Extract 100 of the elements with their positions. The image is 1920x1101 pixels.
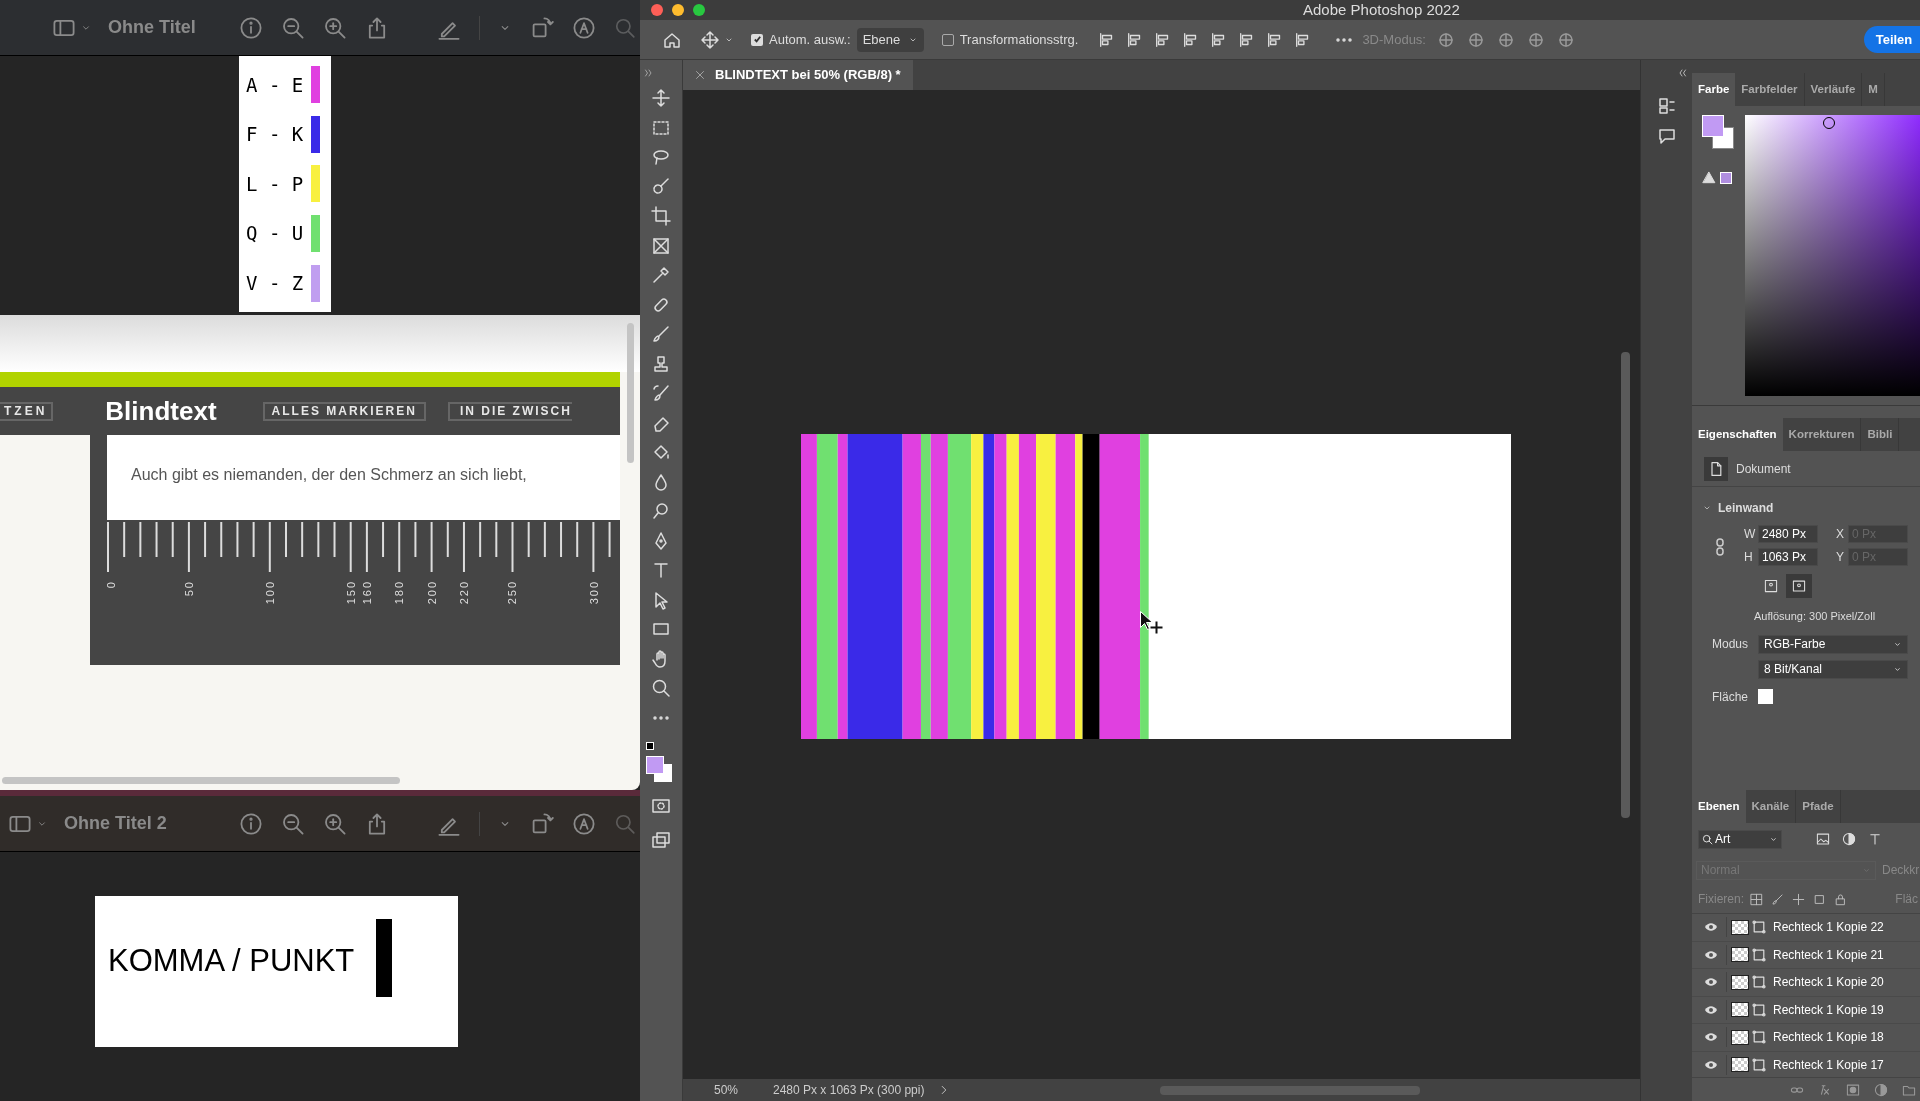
visibility-toggle[interactable] (1704, 921, 1720, 934)
ruler-label: 150 (346, 580, 357, 605)
layer-row[interactable]: Rechteck 1 Kopie 20 (1692, 969, 1920, 997)
panel-tab[interactable]: Korrekturen (1782, 418, 1862, 451)
zoom-out-icon[interactable] (281, 15, 305, 40)
stamp-icon[interactable] (651, 353, 671, 374)
zoom-window-button[interactable] (693, 4, 705, 16)
minimize-window-button[interactable] (672, 4, 684, 16)
document-tab[interactable]: BLINDTEXT bei 50% (RGB/8) * (683, 60, 913, 90)
field-label: W (1744, 526, 1754, 543)
panel-tab[interactable]: Kanäle (1745, 790, 1797, 823)
toolbar-button[interactable]: ALLES MARKIEREN (262, 401, 426, 421)
panel-tab[interactable]: Ebenen (1692, 790, 1746, 823)
vertical-scrollbar[interactable] (1621, 352, 1630, 818)
color-picker-field[interactable] (1745, 115, 1920, 396)
horizontal-scrollbar[interactable] (1160, 1085, 1421, 1095)
close-icon[interactable] (695, 70, 705, 80)
zoom-in-icon[interactable] (323, 811, 347, 836)
panel-tab[interactable]: Eigenschaften (1692, 418, 1783, 451)
lock-position-icon[interactable] (1792, 892, 1805, 906)
gamut-swatch[interactable] (1720, 171, 1732, 184)
paint-bucket-icon[interactable] (651, 442, 671, 462)
type-tool-icon[interactable] (651, 560, 671, 580)
foreground-background-swatch[interactable] (1702, 115, 1736, 151)
lock-transparency-icon[interactable] (1750, 892, 1763, 906)
fill-swatch[interactable] (1758, 689, 1773, 704)
lock-icon[interactable] (1834, 892, 1847, 906)
checkbox[interactable] (941, 33, 954, 46)
crop-icon[interactable] (651, 206, 671, 226)
portrait-icon (1764, 578, 1778, 594)
panel-tab[interactable]: Farbfelder (1735, 73, 1805, 106)
layer-row[interactable]: Rechteck 1 Kopie 21 (1692, 941, 1920, 969)
filter-dropdown[interactable]: Art (1698, 829, 1782, 849)
move-tool-icon[interactable] (651, 88, 671, 108)
collapse-icon[interactable] (1678, 68, 1688, 78)
info-icon[interactable] (239, 811, 263, 836)
mask-icon[interactable] (1846, 1082, 1860, 1097)
layer-row[interactable]: Rechteck 1 Kopie 18 (1692, 1024, 1920, 1052)
layer-dropdown[interactable]: Ebene (856, 27, 924, 52)
rotate-icon[interactable] (530, 811, 554, 836)
history-brush-icon[interactable] (651, 383, 671, 403)
history-icon[interactable] (1656, 96, 1677, 116)
quick-selection-icon[interactable] (651, 176, 671, 197)
window-title: Adobe Photoshop 2022 (1303, 0, 1460, 20)
type-filter-icon[interactable] (1868, 832, 1882, 846)
zoom-icon[interactable] (651, 678, 671, 698)
panel-tab[interactable]: Bibli (1861, 418, 1900, 451)
lasso-icon[interactable] (651, 147, 671, 167)
markup-icon[interactable] (572, 811, 596, 836)
zoom-out-icon[interactable] (281, 811, 305, 836)
comment-icon[interactable] (1656, 126, 1677, 146)
close-window-button[interactable] (651, 4, 663, 16)
layer-row[interactable]: Rechteck 1 Kopie 19 (1692, 996, 1920, 1024)
eyedropper-icon[interactable] (651, 265, 671, 285)
checkbox[interactable] (751, 33, 763, 46)
lock-brush-icon[interactable] (1771, 892, 1784, 906)
layer-thumbnail (1731, 947, 1749, 963)
panel-tab[interactable]: Verläufe (1804, 73, 1863, 106)
layer-thumbnail (1731, 1057, 1749, 1073)
visibility-toggle[interactable] (1704, 1058, 1720, 1071)
resolution-text: Auflösung: 300 Pixel/Zoll (1754, 609, 1877, 624)
layer-row[interactable]: Rechteck 1 Kopie 22 (1692, 914, 1920, 942)
lock-artboard-icon[interactable] (1813, 892, 1826, 906)
zoom-in-icon[interactable] (323, 15, 347, 40)
input-field[interactable]: 2480 Px (1758, 525, 1818, 543)
expand-icon[interactable] (644, 68, 654, 78)
vector-mask-icon (1751, 1029, 1767, 1046)
info-icon[interactable] (239, 15, 263, 40)
toolbar-button[interactable]: IN DIE ZWISCH (447, 401, 572, 421)
visibility-toggle[interactable] (1704, 948, 1720, 961)
panel-tab[interactable]: M (1862, 73, 1885, 106)
image-filter-icon[interactable] (1816, 832, 1830, 846)
rotate-icon[interactable] (530, 15, 554, 40)
legend-label: F - K (246, 122, 305, 148)
landscape-button[interactable] (1786, 574, 1812, 598)
card-text: KOMMA / PUNKT (108, 942, 355, 981)
visibility-toggle[interactable] (1704, 1031, 1720, 1044)
dropdown[interactable]: RGB-Farbe (1758, 634, 1908, 654)
dodge-icon[interactable] (651, 501, 671, 521)
field-label: Y (1836, 549, 1844, 566)
link-icon[interactable] (1714, 537, 1726, 557)
horizontal-scrollbar[interactable] (2, 777, 400, 784)
markup-icon[interactable] (572, 15, 596, 40)
dropdown[interactable]: 8 Bit/Kanal (1758, 659, 1908, 679)
input-field[interactable]: 1063 Px (1758, 548, 1818, 566)
vertical-scrollbar[interactable] (627, 323, 634, 463)
fx-icon[interactable] (1818, 1082, 1832, 1097)
panel-tab[interactable]: Pfade (1796, 790, 1841, 823)
ruler-label: 250 (507, 580, 518, 605)
brush-icon[interactable] (651, 324, 671, 344)
move-tool-icon[interactable] (700, 29, 720, 50)
frame-icon[interactable] (651, 235, 671, 256)
share-button[interactable]: Teilen (1864, 26, 1920, 53)
screen-mode-icon[interactable] (651, 829, 671, 850)
toolbar-button[interactable]: TZEN (0, 401, 54, 421)
visibility-toggle[interactable] (1704, 976, 1720, 989)
adjustment-layer-icon[interactable] (1874, 1082, 1888, 1097)
visibility-toggle[interactable] (1704, 1003, 1720, 1016)
adjustment-filter-icon[interactable] (1842, 832, 1856, 846)
panel-tab[interactable]: Farbe (1692, 73, 1736, 106)
